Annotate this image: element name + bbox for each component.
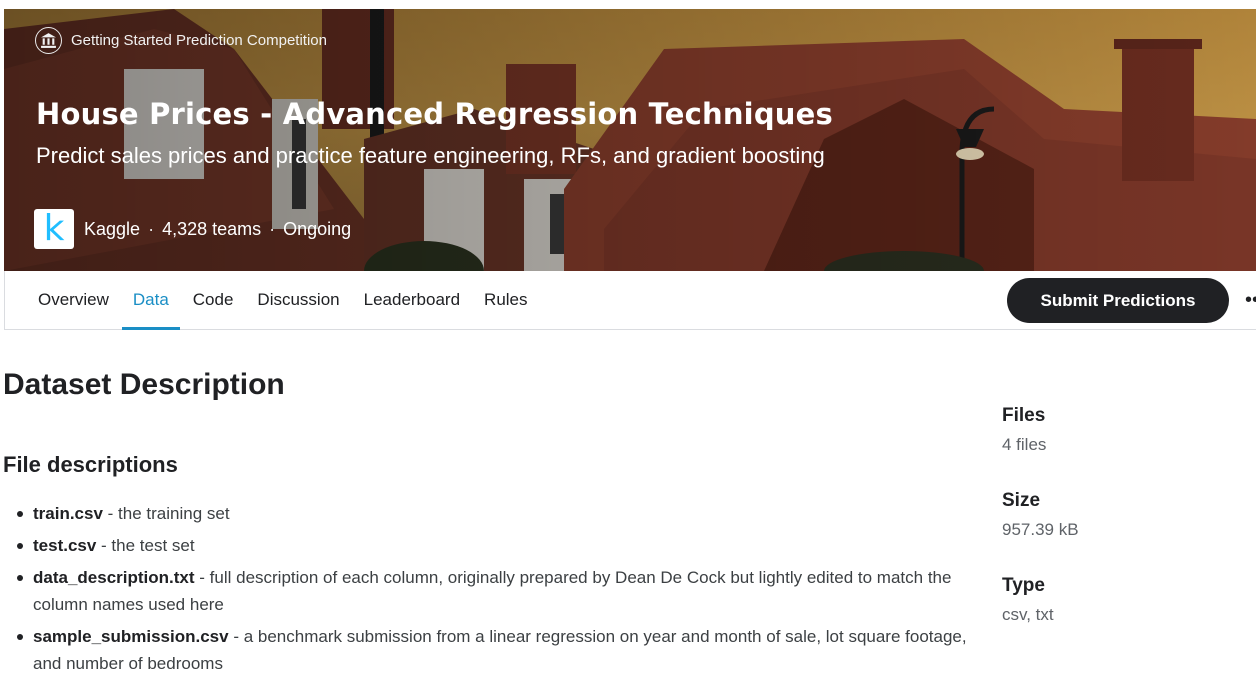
bullet-icon [17,575,23,581]
tab-overview[interactable]: Overview [26,271,121,329]
tab-code[interactable]: Code [181,271,246,329]
list-item: train.csv - the training set [3,500,983,527]
file-name: sample_submission.csv [33,627,229,646]
type-label: Type [1002,575,1045,596]
list-item: data_description.txt - full description … [3,564,983,618]
institution-icon [35,27,62,54]
dataset-description-heading: Dataset Description [3,368,285,401]
size-summary: Size 957.39 kB [1002,490,1079,540]
file-name: test.csv [33,536,97,555]
meta-separator: · [269,218,276,239]
competition-type-label: Getting Started Prediction Competition [71,32,327,49]
file-description-list: train.csv - the training set test.csv - … [3,500,983,682]
type-value: csv, txt [1002,605,1054,624]
competition-subtitle: Predict sales prices and practice featur… [36,143,825,168]
submit-predictions-button[interactable]: Submit Predictions [1007,278,1229,323]
tab-rules[interactable]: Rules [472,271,539,329]
file-description: - the test set [96,536,195,555]
competition-meta: k Kaggle · 4,328 teams · Ongoing [34,209,351,249]
file-description: - the training set [102,504,230,523]
competition-title: House Prices - Advanced Regression Techn… [36,97,833,131]
tab-leaderboard[interactable]: Leaderboard [352,271,472,329]
list-item: sample_submission.csv - a benchmark subm… [3,623,983,677]
size-value: 957.39 kB [1002,520,1079,539]
competition-type: Getting Started Prediction Competition [35,27,327,54]
files-count: 4 files [1002,435,1047,454]
file-descriptions-heading: File descriptions [3,452,178,477]
kaggle-logo-icon[interactable]: k [34,209,74,249]
host-name[interactable]: Kaggle [84,219,140,240]
size-label: Size [1002,490,1041,511]
bullet-icon [17,543,23,549]
meta-separator: · [148,218,155,239]
more-horizontal-icon[interactable]: ••• [1245,285,1256,315]
tab-discussion[interactable]: Discussion [245,271,351,329]
type-summary: Type csv, txt [1002,575,1054,625]
files-summary: Files 4 files [1002,405,1046,455]
competition-tabbar: Overview Data Code Discussion Leaderboar… [4,271,1256,330]
team-count: 4,328 teams [162,218,262,239]
file-name: train.csv [33,504,103,523]
bullet-icon [17,634,23,640]
list-item: test.csv - the test set [3,532,983,559]
tab-list: Overview Data Code Discussion Leaderboar… [5,271,540,330]
file-name: data_description.txt [33,568,195,587]
competition-header-banner: Getting Started Prediction Competition H… [4,9,1256,271]
tab-data[interactable]: Data [121,271,181,330]
files-label: Files [1002,405,1046,426]
competition-status: Ongoing [283,218,352,239]
bullet-icon [17,511,23,517]
